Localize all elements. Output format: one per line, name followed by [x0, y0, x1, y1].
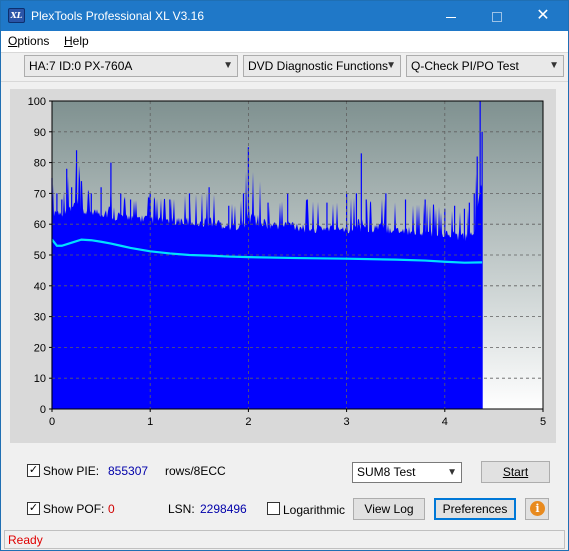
x-tick-label: 5: [540, 416, 546, 428]
drive-select[interactable]: HA:7 ID:0 PX-760A ▼: [24, 55, 238, 77]
menu-options[interactable]: Options: [8, 34, 49, 48]
view-log-button[interactable]: View Log: [353, 498, 425, 520]
view-log-label: View Log: [364, 502, 414, 516]
x-tick-label: 2: [245, 416, 251, 428]
sum-test-select[interactable]: SUM8 Test ▼: [352, 462, 462, 483]
y-tick-label: 40: [34, 281, 46, 293]
checkmark-icon: ✓: [28, 464, 39, 476]
y-tick-label: 100: [28, 96, 46, 108]
y-tick-label: 10: [34, 373, 46, 385]
x-tick-label: 3: [344, 416, 350, 428]
minimize-button[interactable]: [428, 1, 474, 31]
chart-svg: 0 10 20 30 40 50 60 70 80 90 100 0 1 2 3 4 5: [28, 96, 546, 428]
toolbar-separator: [1, 81, 568, 82]
menu-help[interactable]: Help: [64, 34, 89, 48]
menu-bar: Options Help: [1, 31, 568, 52]
title-bar[interactable]: XL PlexTools Professional XL V3.16 ✕: [1, 1, 568, 31]
test-select[interactable]: Q-Check PI/PO Test ▼: [406, 55, 564, 77]
menu-options-label: ptions: [17, 34, 50, 48]
chevron-down-icon: ▼: [549, 60, 559, 71]
y-tick-label: 90: [34, 127, 46, 139]
minimize-icon: [446, 16, 456, 18]
menu-help-label: elp: [72, 34, 89, 48]
sum-test-value: SUM8 Test: [357, 465, 416, 479]
app-window: XL PlexTools Professional XL V3.16 ✕ Opt…: [0, 0, 569, 551]
show-pie-checkbox[interactable]: ✓: [27, 464, 40, 477]
y-tick-label: 0: [40, 404, 46, 416]
start-button-label: Start: [502, 465, 529, 479]
y-tick-label: 30: [34, 312, 46, 324]
y-tick-label: 20: [34, 342, 46, 354]
show-pie-label: Show PIE:: [43, 464, 100, 478]
y-tick-label: 50: [34, 250, 46, 262]
y-tick-label: 70: [34, 188, 46, 200]
show-pof-label: Show POF:: [43, 502, 105, 516]
chevron-down-icon: ▼: [223, 60, 233, 71]
menu-options-accel: O: [8, 34, 18, 48]
close-icon: ✕: [536, 7, 550, 24]
close-button[interactable]: ✕: [520, 1, 566, 31]
pipo-chart: 0 10 20 30 40 50 60 70 80 90 100 0 1 2 3 4 5: [10, 89, 556, 443]
logarithmic-label: Logarithmic: [283, 503, 346, 517]
maximize-button[interactable]: [474, 1, 520, 31]
pie-value: 855307: [108, 464, 149, 478]
maximize-icon: [492, 12, 502, 23]
x-tick-label: 1: [147, 416, 153, 428]
info-icon: i: [530, 501, 545, 516]
logarithmic-checkbox[interactable]: [267, 502, 280, 515]
x-tick-label: 4: [442, 416, 448, 428]
drive-select-value: HA:7 ID:0 PX-760A: [29, 59, 133, 73]
status-bar: Ready: [4, 530, 565, 549]
show-pof-checkbox[interactable]: ✓: [27, 502, 40, 515]
preferences-label: Preferences: [442, 502, 508, 516]
info-button[interactable]: i: [525, 498, 549, 520]
chevron-down-icon: ▼: [386, 60, 396, 71]
app-logo-icon: XL: [8, 8, 25, 23]
checkmark-icon: ✓: [28, 502, 39, 514]
lsn-label: LSN:: [168, 502, 195, 516]
function-select-value: DVD Diagnostic Functions: [248, 59, 389, 73]
status-text: Ready: [8, 533, 43, 547]
y-tick-label: 80: [34, 158, 46, 170]
menu-separator: [1, 52, 568, 53]
pof-value: 0: [108, 502, 115, 516]
start-button[interactable]: Start: [481, 461, 550, 483]
menu-help-accel: H: [64, 34, 73, 48]
test-select-value: Q-Check PI/PO Test: [411, 59, 519, 73]
preferences-button[interactable]: Preferences: [434, 498, 516, 520]
chevron-down-icon: ▼: [447, 467, 457, 478]
x-tick-label: 0: [49, 416, 55, 428]
lsn-value: 2298496: [200, 502, 247, 516]
y-tick-label: 60: [34, 219, 46, 231]
window-title: PlexTools Professional XL V3.16: [31, 9, 204, 23]
function-select[interactable]: DVD Diagnostic Functions ▼: [243, 55, 401, 77]
rows-label: rows/8ECC: [165, 464, 226, 478]
